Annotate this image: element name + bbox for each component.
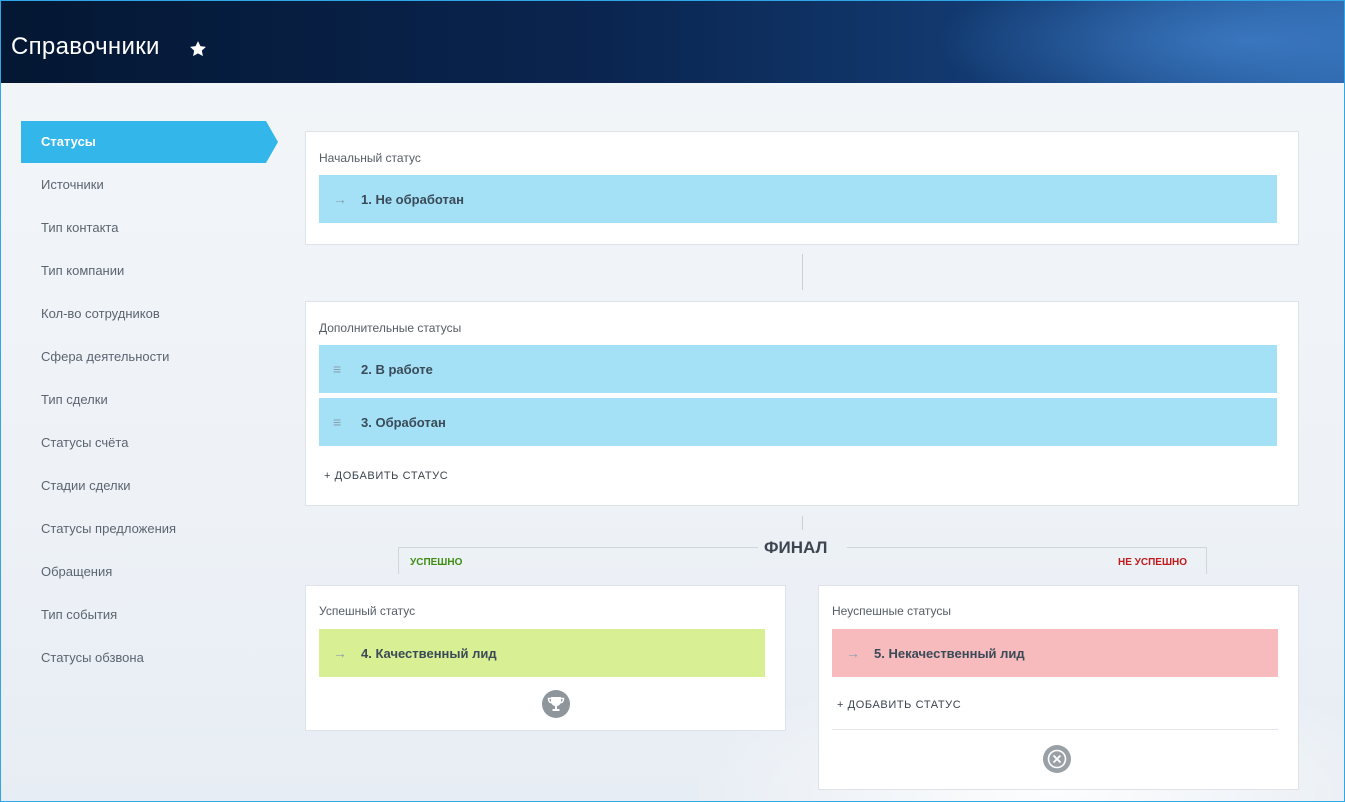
final-title: ФИНАЛ [764, 538, 828, 557]
status-item[interactable]: → 5. Некачественный лид [832, 629, 1278, 677]
connector-line [802, 516, 803, 530]
sidebar-item-event-type[interactable]: Тип события [21, 593, 266, 636]
drag-handle-icon[interactable]: ≡ [333, 361, 361, 377]
status-name: 2. В работе [361, 361, 433, 377]
sidebar-item-contact-type[interactable]: Тип контакта [21, 206, 266, 249]
panel-label: Начальный статус [319, 151, 421, 165]
sidebar-item-requests[interactable]: Обращения [21, 550, 266, 593]
top-header: Справочники [1, 1, 1344, 83]
sidebar-item-deal-stages[interactable]: Стадии сделки [21, 464, 266, 507]
fail-label: НЕ УСПЕШНО [1118, 557, 1188, 568]
arrow-right-icon: → [333, 191, 347, 207]
connector-line [802, 254, 803, 290]
initial-status-panel: Начальный статус → 1. Не обработан [305, 131, 1299, 245]
sidebar-item-quote-statuses[interactable]: Статусы предложения [21, 507, 266, 550]
final-tick-left [398, 547, 399, 574]
sidebar: Статусы Источники Тип контакта Тип компа… [21, 121, 278, 679]
failure-status-panel: Неуспешные статусы → 5. Некачественный л… [818, 585, 1299, 790]
page-title: Справочники [11, 33, 160, 60]
final-divider-right [847, 547, 1207, 548]
final-divider-left [398, 547, 758, 548]
status-name: 1. Не обработан [361, 191, 464, 207]
success-status-panel: Успешный статус → 4. Качественный лид [305, 585, 786, 731]
status-item[interactable]: → 1. Не обработан [319, 175, 1277, 223]
panel-label: Неуспешные статусы [832, 604, 952, 618]
add-status-button[interactable]: + ДОБАВИТЬ СТАТУС [837, 699, 961, 711]
panel-label: Успешный статус [319, 604, 416, 618]
sidebar-item-invoice-statuses[interactable]: Статусы счёта [21, 421, 266, 464]
drag-handle-icon[interactable]: ≡ [333, 414, 361, 430]
add-status-button[interactable]: + ДОБАВИТЬ СТАТУС [324, 470, 448, 482]
status-item[interactable]: ≡ 3. Обработан [319, 398, 1277, 446]
sidebar-item-employees[interactable]: Кол-во сотрудников [21, 292, 266, 335]
sidebar-item-call-statuses[interactable]: Статусы обзвона [21, 636, 266, 679]
sidebar-item-company-type[interactable]: Тип компании [21, 249, 266, 292]
arrow-right-icon: → [333, 645, 347, 661]
status-name: 4. Качественный лид [361, 645, 497, 661]
sidebar-item-deal-type[interactable]: Тип сделки [21, 378, 266, 421]
panel-label: Дополнительные статусы [319, 321, 462, 335]
close-circle-icon[interactable] [1043, 745, 1071, 773]
sidebar-item-sources[interactable]: Источники [21, 163, 266, 206]
final-tick-right [1206, 547, 1207, 574]
status-name: 5. Некачественный лид [874, 645, 1025, 661]
trophy-icon [542, 690, 570, 718]
status-item[interactable]: ≡ 2. В работе [319, 345, 1277, 393]
app-window: Справочники Статусы Источники Тип контак… [0, 0, 1345, 802]
arrow-right-icon: → [846, 645, 860, 661]
sidebar-item-industry[interactable]: Сфера деятельности [21, 335, 266, 378]
divider [832, 729, 1278, 730]
additional-statuses-panel: Дополнительные статусы ≡ 2. В работе ≡ 3… [305, 301, 1299, 506]
success-label: УСПЕШНО [410, 557, 463, 568]
status-item[interactable]: → 4. Качественный лид [319, 629, 765, 677]
star-icon[interactable] [188, 39, 208, 59]
sidebar-item-statuses[interactable]: Статусы [21, 121, 278, 163]
status-name: 3. Обработан [361, 414, 446, 430]
